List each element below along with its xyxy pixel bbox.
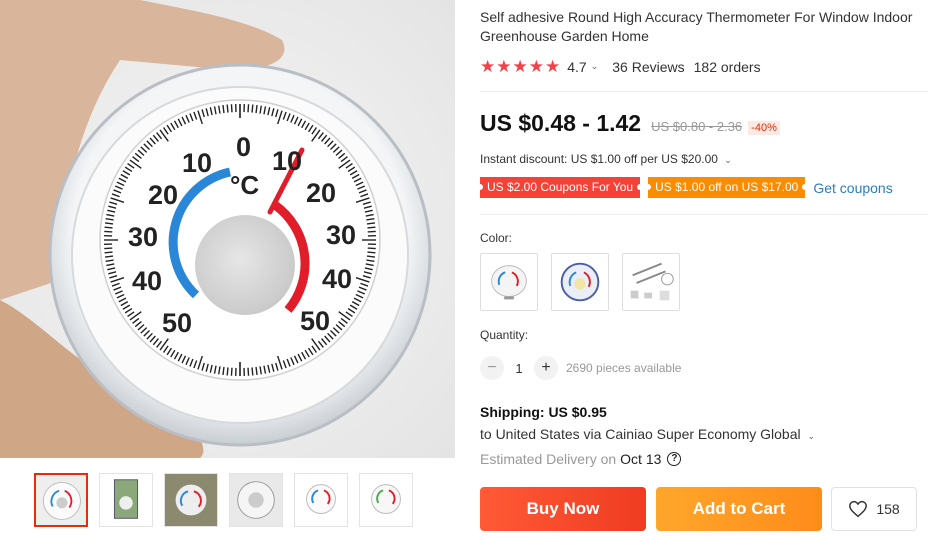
divider	[480, 91, 928, 92]
rating-stars: ★ ★ ★ ★ ★	[480, 58, 560, 75]
orders-count: 182 orders	[693, 58, 761, 75]
discount-badge: -40%	[748, 121, 780, 135]
get-coupons-link[interactable]: Get coupons	[813, 180, 892, 196]
dial-tick	[251, 104, 254, 113]
dial-right-label-30: 30	[326, 220, 357, 250]
dial-unit-label: °C	[230, 170, 260, 200]
dial-tick	[104, 226, 113, 229]
shipping-price: US $0.95	[548, 404, 607, 420]
coupon-store[interactable]: US $2.00 Coupons For You	[476, 177, 644, 198]
dial-right-label-50: 50	[300, 306, 331, 336]
instant-discount-text: Instant discount: US $1.00 off per US $2…	[480, 152, 718, 166]
dial-tick	[230, 367, 233, 376]
dial-tick	[366, 222, 376, 225]
current-price: US $0.48 - 1.42	[480, 110, 642, 136]
dial-left-label-30: 30	[128, 222, 159, 252]
dial-right-label-40: 40	[322, 264, 353, 294]
dial-tick	[222, 366, 225, 376]
dial-tick	[104, 247, 113, 250]
thumbnail-5[interactable]	[294, 473, 348, 527]
quantity-increase-button[interactable]: +	[534, 356, 558, 380]
dial-tick	[222, 104, 225, 114]
instant-discount[interactable]: Instant discount: US $1.00 off per US $2…	[480, 152, 746, 166]
estimated-delivery: Estimated Delivery on Oct 13 ?	[480, 451, 682, 467]
delivery-date: Oct 13	[620, 451, 662, 467]
dial-tick	[255, 104, 258, 114]
dial-tick	[367, 251, 376, 254]
dial-tick	[104, 251, 113, 254]
star-icon: ★	[528, 57, 544, 76]
main-product-image[interactable]: °C 0 10 20 30 40 50 10 20 30 40 50	[0, 0, 455, 458]
color-option-2[interactable]	[551, 253, 609, 311]
add-to-cart-button[interactable]: Add to Cart	[656, 487, 822, 531]
reviews-link[interactable]: 36 Reviews	[612, 59, 684, 75]
thumbnail-2[interactable]	[99, 473, 153, 527]
dial-tick	[255, 366, 258, 376]
dial-tick	[251, 367, 254, 376]
dial-tick	[367, 226, 376, 229]
star-icon: ★	[480, 57, 496, 76]
quantity-input[interactable]: 1	[504, 361, 534, 376]
dial-tick	[230, 104, 233, 113]
color-label: Color:	[480, 231, 513, 245]
help-icon[interactable]: ?	[667, 452, 682, 466]
product-title: Self adhesive Round High Accuracy Thermo…	[480, 9, 913, 44]
shipping-label: Shipping:	[480, 404, 545, 420]
thumbnail-3[interactable]	[164, 473, 218, 527]
thumbnail-6[interactable]	[359, 473, 413, 527]
star-icon: ★	[545, 57, 561, 76]
rating-value[interactable]: 4.7	[567, 59, 586, 75]
chevron-down-icon[interactable]: ⌄	[591, 61, 599, 72]
dial-right-label-20: 20	[306, 178, 337, 208]
quantity-decrease-button[interactable]: −	[480, 356, 504, 380]
quantity-label: Quantity:	[480, 328, 529, 342]
coupon-row: US $2.00 Coupons For You US $1.00 off on…	[476, 177, 893, 198]
rating-row: ★ ★ ★ ★ ★ 4.7 ⌄ 36 Reviews 182 orders	[480, 58, 761, 75]
heart-icon	[849, 500, 868, 518]
price-row: US $0.48 - 1.42 US $0.80 - 2.36 -40%	[480, 110, 780, 137]
chevron-down-icon: ⌄	[807, 431, 816, 441]
dial-zero-label: 0	[236, 132, 252, 162]
dial-tick	[104, 255, 114, 258]
dial-tick	[226, 367, 229, 376]
star-icon: ★	[512, 57, 528, 76]
dial-tick	[247, 367, 250, 376]
color-option-3[interactable]	[622, 253, 680, 311]
dial-tick	[366, 255, 376, 258]
color-options	[480, 253, 680, 311]
thumbnail-4[interactable]	[229, 473, 283, 527]
original-price: US $0.80 - 2.36	[651, 119, 743, 134]
shipping-route-text: to United States via Cainiao Super Econo…	[480, 426, 801, 442]
dial-tick	[367, 230, 376, 233]
wishlist-button[interactable]: 158	[831, 487, 917, 531]
stock-available: 2690 pieces available	[566, 361, 682, 375]
divider	[480, 214, 928, 215]
dial-tick	[226, 104, 229, 113]
dial-left-label-20: 20	[148, 180, 179, 210]
dial-tick	[104, 230, 113, 233]
wishlist-count: 158	[876, 501, 900, 517]
buy-now-button[interactable]: Buy Now	[480, 487, 646, 531]
delivery-label: Estimated Delivery on	[480, 451, 617, 467]
star-icon: ★	[496, 57, 512, 76]
dial-left-label-50: 50	[162, 308, 193, 338]
chevron-down-icon: ⌄	[724, 155, 732, 165]
color-option-1[interactable]	[480, 253, 538, 311]
dial-left-label-10: 10	[182, 148, 213, 178]
shipping-cost: Shipping: US $0.95	[480, 404, 607, 420]
thumbnail-1[interactable]	[34, 473, 88, 527]
dial-right-label-10: 10	[272, 146, 303, 176]
quantity-stepper: − 1 + 2690 pieces available	[480, 356, 681, 380]
dial-tick	[247, 104, 250, 113]
shipping-route[interactable]: to United States via Cainiao Super Econo…	[480, 426, 829, 442]
coupon-threshold[interactable]: US $1.00 off on US $17.00	[645, 177, 809, 198]
dial-tick	[367, 247, 376, 250]
dial-tick	[104, 222, 114, 225]
thumbnail-strip	[34, 473, 413, 527]
dial-left-label-40: 40	[132, 266, 163, 296]
